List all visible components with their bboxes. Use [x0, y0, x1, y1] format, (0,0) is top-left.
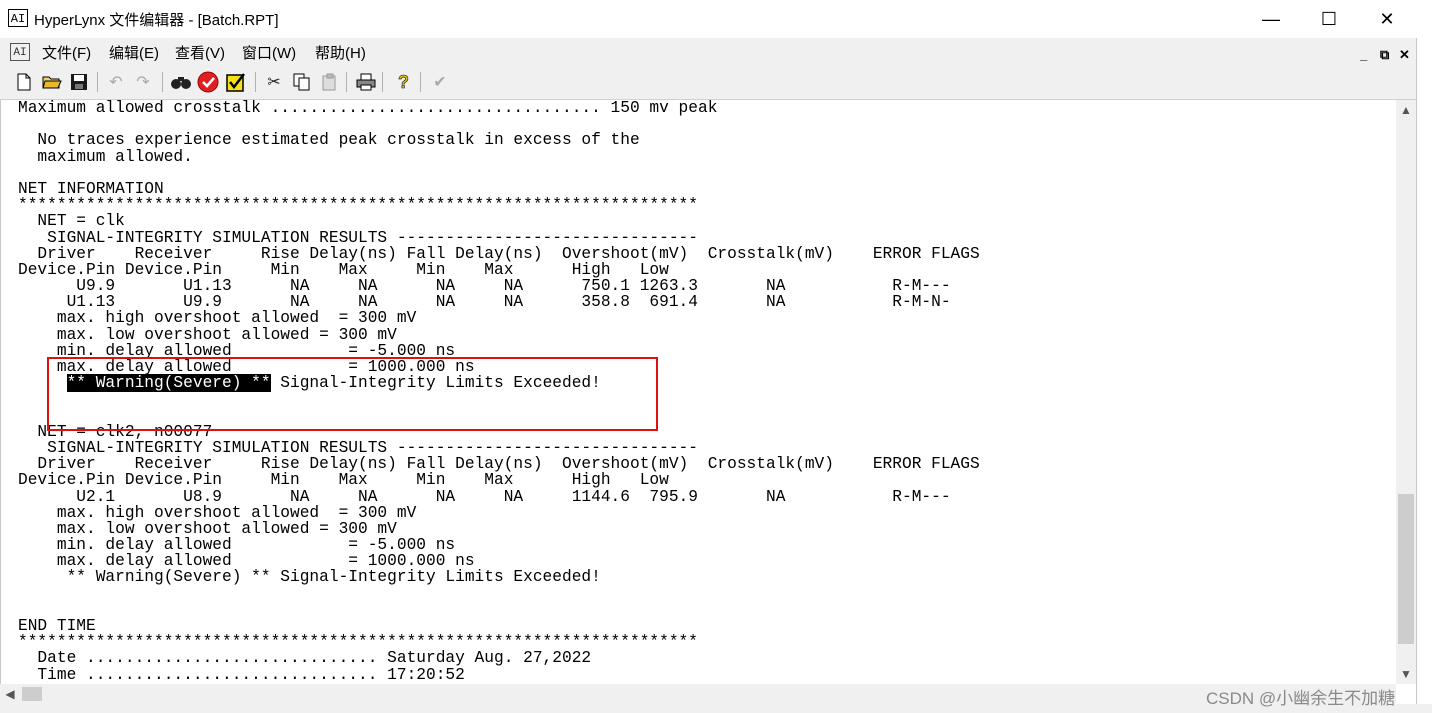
svg-text:?: ?	[398, 72, 409, 92]
report-line: max. high overshoot allowed = 300 mV	[18, 309, 417, 328]
close-button[interactable]: ✕	[1358, 0, 1416, 38]
scroll-down-icon[interactable]: ▼	[1396, 664, 1416, 684]
menu-file[interactable]: 文件(F)	[42, 42, 91, 63]
report-line: Device.Pin Device.Pin Min Max Min Max Hi…	[18, 471, 669, 490]
menu-window[interactable]: 窗口(W)	[242, 42, 296, 63]
report-line: Date .............................. Satu…	[18, 649, 592, 668]
stop-icon[interactable]	[196, 70, 220, 94]
report-line: Driver Receiver Rise Delay(ns) Fall Dela…	[18, 455, 980, 474]
find-icon[interactable]	[169, 70, 193, 94]
report-line: ****************************************…	[18, 196, 698, 215]
mdi-restore-button[interactable]: ⧉	[1380, 47, 1389, 63]
vertical-scroll-thumb[interactable]	[1398, 494, 1414, 644]
report-line: max. high overshoot allowed = 300 mV	[18, 503, 417, 522]
save-icon[interactable]	[67, 70, 91, 94]
report-line: U2.1 U8.9 NA NA NA NA 1144.6 795.9 NA R-…	[18, 487, 951, 506]
report-line: max. low overshoot allowed = 300 mV	[18, 519, 397, 538]
window-frame	[1416, 38, 1432, 713]
report-line: NET INFORMATION	[18, 179, 164, 198]
report-line	[18, 602, 980, 618]
vertical-scrollbar[interactable]: ▲ ▼	[1396, 100, 1416, 684]
report-line: U1.13 U9.9 NA NA NA NA 358.8 691.4 NA R-…	[18, 293, 951, 312]
report-line	[18, 586, 980, 602]
report-line: Device.Pin Device.Pin Min Max Min Max Hi…	[18, 260, 669, 279]
report-line: ** Warning(Severe) ** Signal-Integrity L…	[18, 568, 601, 587]
menu-view[interactable]: 查看(V)	[175, 42, 225, 63]
scroll-up-icon[interactable]: ▲	[1396, 100, 1416, 120]
menu-edit[interactable]: 编辑(E)	[109, 42, 159, 63]
mdi-close-button[interactable]: ✕	[1399, 47, 1410, 63]
mdi-minimize-button[interactable]: _	[1360, 47, 1367, 62]
report-line	[18, 165, 980, 181]
window-title: HyperLynx 文件编辑器 - [Batch.RPT]	[34, 12, 279, 29]
redo-icon[interactable]: ↷	[131, 70, 155, 94]
toolbar-separator	[346, 72, 347, 92]
report-line: END TIME	[18, 617, 96, 635]
copy-icon[interactable]	[290, 70, 314, 94]
toolbar-separator	[255, 72, 256, 92]
print-icon[interactable]	[354, 70, 378, 94]
watermark: CSDN @小幽余生不加糖	[1206, 689, 1396, 708]
app-icon: AI	[8, 9, 28, 27]
red-highlight-box	[47, 357, 658, 431]
menu-help[interactable]: 帮助(H)	[315, 42, 366, 63]
title-bar: AI HyperLynx 文件编辑器 - [Batch.RPT] — ☐ ✕	[0, 0, 1432, 38]
report-line: ****************************************…	[18, 633, 698, 652]
report-line: No traces experience estimated peak cros…	[18, 131, 640, 150]
report-line: Time .............................. 17:2…	[18, 665, 465, 684]
horizontal-scroll-thumb[interactable]	[22, 687, 42, 701]
report-line: SIGNAL-INTEGRITY SIMULATION RESULTS ----…	[18, 228, 698, 247]
minimize-button[interactable]: —	[1242, 0, 1300, 38]
maximize-button[interactable]: ☐	[1300, 0, 1358, 38]
report-line: max. low overshoot allowed = 300 mV	[18, 325, 397, 344]
report-line	[18, 116, 980, 132]
report-line: max. delay allowed = 1000.000 ns	[18, 552, 475, 571]
checkbox-icon[interactable]	[224, 70, 248, 94]
scroll-left-icon[interactable]: ◀	[0, 684, 20, 704]
toolbar-separator	[420, 72, 421, 92]
report-line: Driver Receiver Rise Delay(ns) Fall Dela…	[18, 244, 980, 263]
cut-icon[interactable]: ✂	[262, 70, 286, 94]
report-line: Maximum allowed crosstalk ..............…	[18, 100, 718, 117]
document-icon: AI	[10, 43, 30, 61]
check-icon[interactable]: ✔	[428, 70, 452, 94]
report-line: NET = clk	[18, 212, 125, 231]
report-line: maximum allowed.	[18, 147, 193, 166]
new-file-icon[interactable]	[12, 70, 36, 94]
toolbar-separator	[162, 72, 163, 92]
paste-icon[interactable]	[318, 70, 342, 94]
report-line: SIGNAL-INTEGRITY SIMULATION RESULTS ----…	[18, 438, 698, 457]
toolbar-separator	[97, 72, 98, 92]
report-line: U9.9 U1.13 NA NA NA NA 750.1 1263.3 NA R…	[18, 277, 951, 296]
open-folder-icon[interactable]	[40, 70, 64, 94]
horizontal-scrollbar[interactable]: ◀	[0, 684, 1396, 704]
toolbar-separator	[382, 72, 383, 92]
help-icon[interactable]: ?	[392, 70, 416, 94]
report-line: min. delay allowed = -5.000 ns	[18, 536, 456, 555]
undo-icon[interactable]: ↶	[104, 70, 128, 94]
